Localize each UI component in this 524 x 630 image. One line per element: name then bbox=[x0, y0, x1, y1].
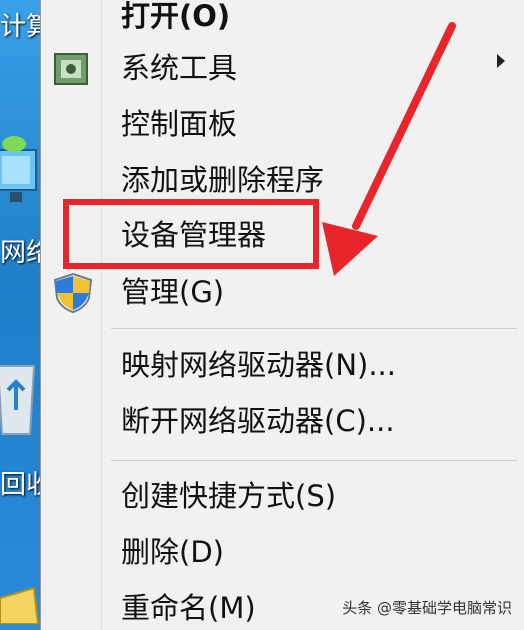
annotation-arrow-icon bbox=[322, 22, 456, 276]
watermark: 头条 @零基础学电脑常识 bbox=[342, 599, 512, 617]
